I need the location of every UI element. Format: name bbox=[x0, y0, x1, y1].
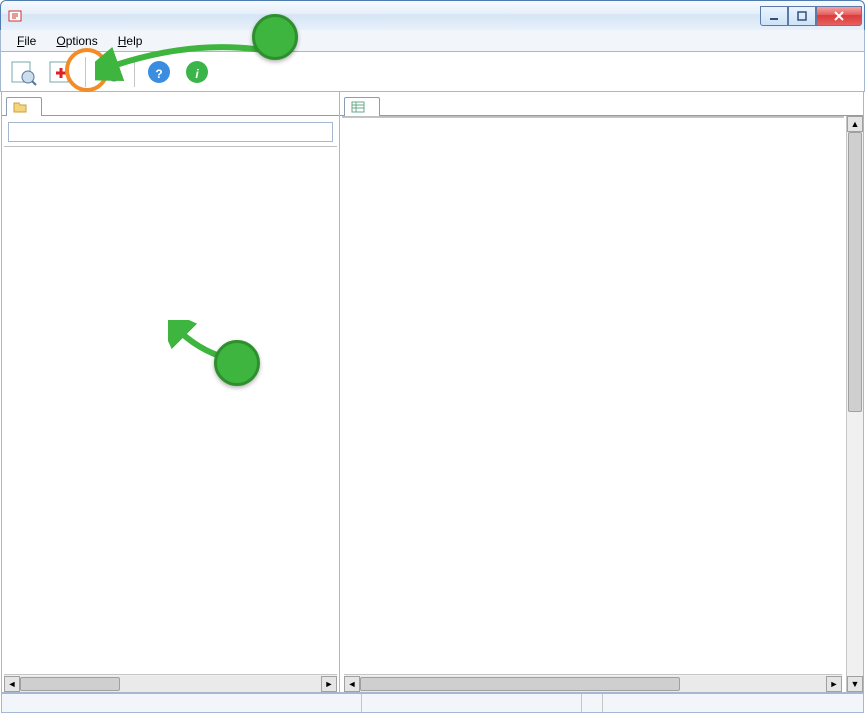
status-bar bbox=[1, 693, 864, 713]
app-icon bbox=[7, 8, 23, 24]
menu-file[interactable]: File bbox=[9, 32, 44, 50]
scroll-right-icon[interactable]: ► bbox=[321, 676, 337, 692]
search-input[interactable] bbox=[8, 122, 333, 142]
right-hscrollbar[interactable]: ◄ ► bbox=[344, 674, 842, 692]
tab-files[interactable] bbox=[6, 97, 42, 116]
tab-rows[interactable] bbox=[344, 97, 380, 116]
right-pane: ◄ ► ▲ ▼ bbox=[340, 92, 863, 692]
scroll-left-icon[interactable]: ◄ bbox=[344, 676, 360, 692]
client-area: ◄ ► ◄ ► ▲ ▼ bbox=[1, 92, 864, 693]
left-tabstrip bbox=[2, 92, 339, 116]
scroll-up-icon[interactable]: ▲ bbox=[847, 116, 863, 132]
callout-5 bbox=[252, 14, 298, 60]
scroll-right-icon[interactable]: ► bbox=[826, 676, 842, 692]
search-label bbox=[2, 116, 339, 120]
status-recover bbox=[582, 694, 603, 712]
right-tabstrip bbox=[340, 92, 863, 116]
maximize-button[interactable] bbox=[788, 6, 816, 26]
grid-body[interactable] bbox=[342, 118, 844, 674]
close-button[interactable] bbox=[816, 6, 862, 26]
scroll-down-icon[interactable]: ▼ bbox=[847, 676, 863, 692]
right-vscrollbar[interactable]: ▲ ▼ bbox=[846, 116, 863, 692]
scroll-left-icon[interactable]: ◄ bbox=[4, 676, 20, 692]
folder-icon bbox=[13, 100, 27, 114]
minimize-button[interactable] bbox=[760, 6, 788, 26]
title-bar bbox=[0, 0, 865, 30]
open-file-button[interactable] bbox=[5, 55, 41, 89]
left-hscrollbar[interactable]: ◄ ► bbox=[4, 674, 337, 692]
callout-4 bbox=[214, 340, 260, 386]
status-ready bbox=[2, 694, 362, 712]
status-items bbox=[362, 694, 582, 712]
data-grid[interactable]: ◄ ► bbox=[342, 116, 844, 692]
window-buttons bbox=[760, 6, 862, 26]
recover-button[interactable] bbox=[43, 55, 79, 89]
file-tree[interactable] bbox=[4, 146, 337, 674]
toolbar-divider bbox=[85, 57, 86, 87]
left-pane: ◄ ► bbox=[2, 92, 340, 692]
table-icon bbox=[351, 100, 365, 114]
